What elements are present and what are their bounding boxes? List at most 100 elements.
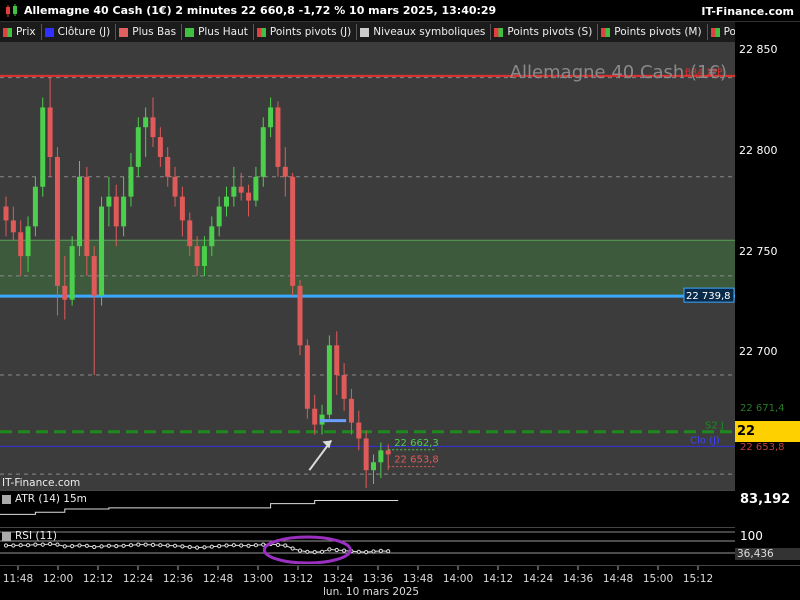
atr-value: 83,192 bbox=[740, 492, 791, 507]
rsi-point bbox=[202, 545, 207, 550]
rsi-top-value: 100 bbox=[740, 529, 763, 543]
legend-item[interactable]: Plus Bas bbox=[116, 24, 183, 40]
session-high-label: 22 662,3 bbox=[394, 438, 439, 449]
candle-body bbox=[216, 206, 222, 227]
rsi-point bbox=[231, 543, 236, 548]
rsi-point bbox=[172, 543, 178, 548]
rsi-point bbox=[253, 543, 258, 548]
legend-swatch bbox=[185, 27, 195, 37]
low-axis-value: 22 653,8 bbox=[740, 442, 785, 453]
rsi-point bbox=[386, 549, 391, 554]
rsi-point bbox=[84, 543, 89, 548]
candle-body bbox=[113, 196, 119, 227]
x-tick-label: 14:12 bbox=[483, 573, 513, 585]
rsi-panel[interactable]: RSI (11) bbox=[0, 527, 735, 564]
rsi-point bbox=[378, 548, 383, 553]
resistance-value: 22 739,8 bbox=[686, 291, 731, 302]
legend-swatch bbox=[601, 27, 611, 37]
rsi-point bbox=[290, 546, 295, 551]
legend-item[interactable]: Points pivots (J) bbox=[254, 24, 358, 40]
candle-body bbox=[326, 345, 332, 415]
atr-label[interactable]: ATR (14) 15m bbox=[2, 493, 87, 505]
rsi-point bbox=[224, 543, 229, 548]
rsi-point bbox=[371, 549, 376, 554]
rsi-label[interactable]: RSI (11) bbox=[2, 530, 57, 542]
rsi-point bbox=[55, 542, 60, 547]
rsi-point bbox=[312, 550, 317, 555]
x-tick-label: 12:12 bbox=[83, 573, 113, 585]
legend-item[interactable]: Prix bbox=[0, 24, 42, 40]
rsi-point bbox=[143, 542, 148, 547]
rsi-label-text: RSI (11) bbox=[15, 530, 57, 542]
candle-body bbox=[341, 375, 347, 399]
rsi-point bbox=[334, 547, 339, 553]
time-axis[interactable]: 11:48 12:00 12:12 12:24 12:36 12:48 13:00 13:12… bbox=[0, 565, 800, 600]
atr-swatch bbox=[2, 494, 11, 504]
y-tick-label: 22 700 bbox=[739, 345, 778, 358]
candle-body bbox=[18, 232, 24, 257]
legend-item[interactable]: Clôture (J) bbox=[42, 24, 117, 40]
candle-body bbox=[91, 256, 97, 296]
brand-name: IT-Finance.com bbox=[701, 5, 794, 18]
legend-swatch bbox=[494, 27, 504, 37]
legend-item[interactable]: Points pivots (S) bbox=[491, 24, 599, 40]
rsi-point bbox=[40, 542, 45, 547]
instrument-watermark: Allemagne 40 Cash (1€) bbox=[510, 62, 727, 83]
candle-body bbox=[165, 156, 171, 177]
rsi-point bbox=[261, 542, 266, 547]
x-tick-label: 12:36 bbox=[163, 573, 194, 585]
rsi-point bbox=[121, 543, 126, 548]
candle-body bbox=[40, 107, 46, 187]
rsi-point bbox=[114, 544, 119, 549]
rsi-point bbox=[327, 547, 332, 552]
rsi-point bbox=[283, 543, 288, 548]
candle-body bbox=[201, 246, 207, 266]
rsi-point bbox=[209, 544, 214, 549]
price-axis[interactable]: 22 850 22 800 22 750 22 700 22 671,4 22 … bbox=[735, 42, 800, 562]
legend-label: Points pivots (S) bbox=[507, 26, 593, 38]
price-chart-panel[interactable]: BR4 1PP 22 739,8 S2 J Clo (J) 22 662,3 22 653… bbox=[0, 42, 735, 490]
s2-label: S2 J bbox=[705, 421, 724, 432]
candle-body bbox=[47, 107, 53, 157]
x-tick-label: 14:24 bbox=[523, 573, 554, 585]
candle-body bbox=[194, 246, 200, 266]
rsi-point bbox=[305, 549, 310, 554]
title-group: Allemagne 40 Cash (1€) 2 minutes 22 660,… bbox=[0, 3, 496, 18]
candle-body bbox=[84, 176, 90, 257]
candle-body bbox=[385, 450, 391, 455]
candle-body bbox=[172, 176, 178, 197]
rsi-point bbox=[187, 544, 192, 550]
legend-label: Prix bbox=[16, 26, 36, 38]
rsi-point bbox=[92, 544, 97, 550]
candle-body bbox=[238, 186, 244, 193]
rsi-chart bbox=[0, 531, 735, 564]
x-tick-label: 11:48 bbox=[3, 573, 33, 585]
legend-label: Plus Haut bbox=[198, 26, 248, 38]
rsi-point bbox=[70, 544, 75, 549]
rsi-point bbox=[3, 543, 9, 548]
rsi-point bbox=[342, 548, 347, 553]
candle-body bbox=[106, 196, 112, 207]
rsi-point bbox=[195, 545, 200, 550]
candle-body bbox=[224, 196, 229, 207]
x-tick-label: 15:12 bbox=[683, 573, 713, 585]
candle-body bbox=[246, 192, 252, 201]
candle-body bbox=[135, 127, 141, 167]
candle-body bbox=[275, 107, 281, 167]
source-label: IT-Finance.com bbox=[2, 477, 80, 489]
candle-body bbox=[260, 127, 266, 177]
atr-panel[interactable]: ATR (14) 15m bbox=[0, 490, 735, 526]
legend-item[interactable]: Plus Haut bbox=[182, 24, 254, 40]
candle-body bbox=[268, 107, 274, 128]
rsi-point bbox=[180, 544, 185, 549]
legend-label: Plus Bas bbox=[132, 26, 177, 38]
candle-body bbox=[282, 166, 288, 177]
candle-icon bbox=[6, 3, 17, 17]
legend-item[interactable]: Niveaux symboliques bbox=[357, 24, 492, 40]
rsi-point bbox=[158, 543, 163, 548]
legend-item[interactable]: Points pivots bbox=[708, 24, 735, 40]
x-tick-label: 14:48 bbox=[603, 573, 633, 585]
legend-item[interactable]: Points pivots (M) bbox=[598, 24, 708, 40]
price-chart[interactable]: BR4 1PP22 739,8S2 JClo (J)22 662,322 653… bbox=[0, 42, 735, 490]
candle-body bbox=[179, 196, 185, 221]
